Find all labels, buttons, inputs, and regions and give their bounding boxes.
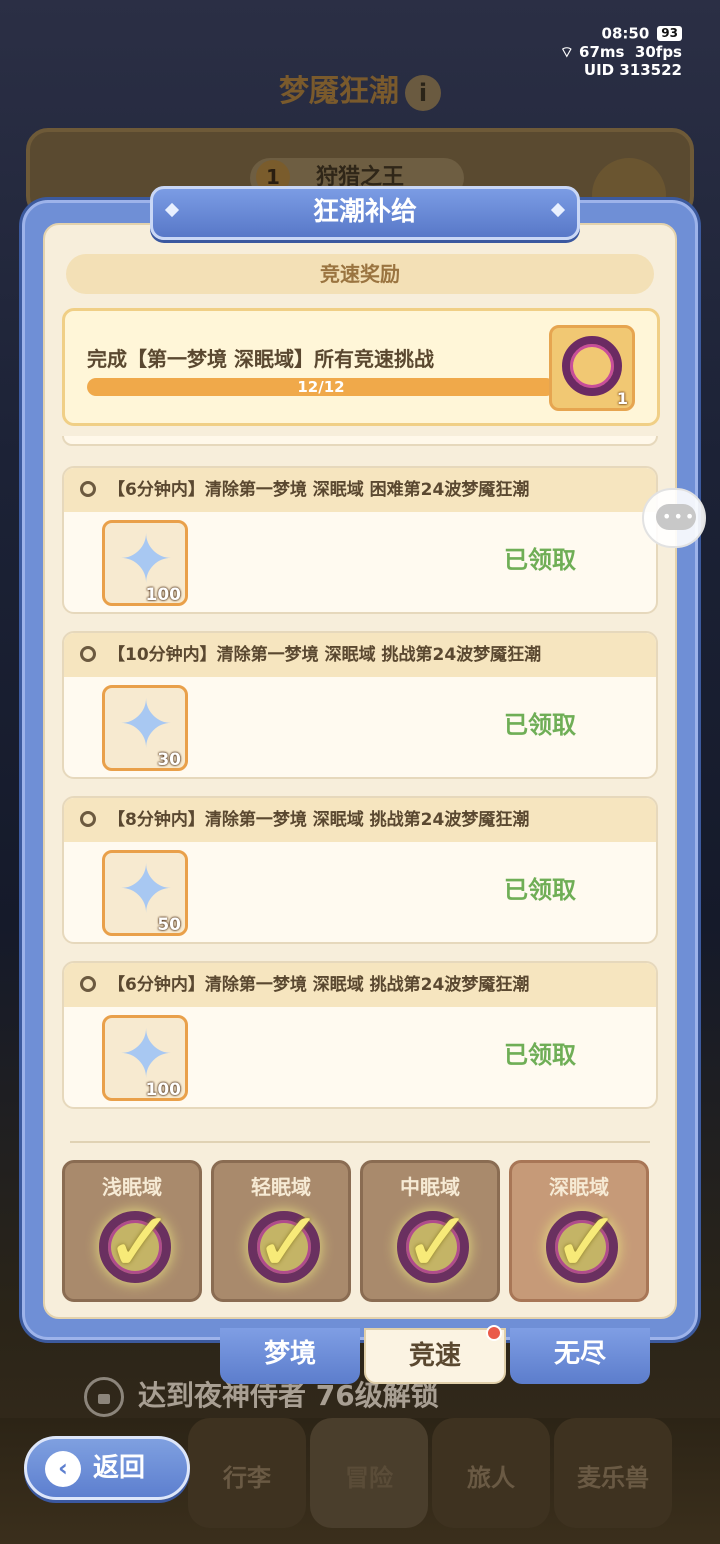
- task-title: 【6分钟内】清除第一梦境 深眠域 困难第24波梦魇狂潮: [108, 480, 530, 500]
- back-button[interactable]: ‹ 返回: [24, 1436, 190, 1500]
- bulb-icon: [80, 481, 96, 497]
- progress-label: 12/12: [297, 378, 345, 396]
- bulb-icon: [80, 811, 96, 827]
- nav-traveler[interactable]: 旅人: [432, 1418, 550, 1528]
- reward-item[interactable]: ✦ 30: [102, 685, 188, 771]
- ornament-icon: [164, 202, 180, 218]
- reward-qty: 100: [145, 1080, 182, 1100]
- clock: 08:50: [601, 24, 650, 43]
- modal-title-bar: 狂潮补给: [150, 186, 580, 240]
- list-item: 【6分钟内】清除第一梦境 深眠域 挑战第24波梦魇狂潮 ✦ 100 已领取: [62, 961, 658, 1109]
- task-title: 【8分钟内】清除第一梦境 深眠域 挑战第24波梦魇狂潮: [108, 810, 530, 830]
- tab-speed[interactable]: 竞速: [364, 1328, 506, 1384]
- uid-label: UID: [583, 60, 615, 79]
- nav-adventure[interactable]: 冒险: [310, 1418, 428, 1528]
- reward-item[interactable]: ✦ 50: [102, 850, 188, 936]
- lock-icon: [84, 1377, 124, 1417]
- bulb-icon: [80, 646, 96, 662]
- list-item: 【6分钟内】清除第一梦境 深眠域 困难第24波梦魇狂潮 ✦ 100 已领取: [62, 466, 658, 614]
- reward-item[interactable]: ✦ 100: [102, 520, 188, 606]
- dream-frame-icon: [562, 336, 622, 396]
- crystal-star-icon: ✦: [118, 521, 174, 598]
- chat-button[interactable]: [642, 488, 706, 548]
- speed-card-text: 完成【第一梦境 深眠域】所有竞速挑战: [87, 347, 434, 371]
- nav-luggage[interactable]: 行李: [188, 1418, 306, 1528]
- claimed-status: 已领取: [504, 546, 576, 574]
- bulb-icon: [80, 976, 96, 992]
- notification-dot: [486, 1325, 502, 1341]
- reward-qty: 1: [616, 389, 628, 408]
- tab-endless[interactable]: 无尽: [510, 1328, 650, 1384]
- reward-qty: 100: [145, 585, 182, 605]
- tier-deep[interactable]: 深眠域 ✓: [509, 1160, 649, 1302]
- ping: 67ms: [579, 42, 625, 61]
- crystal-star-icon: ✦: [118, 1016, 174, 1093]
- section-title: 竞速奖励: [66, 254, 654, 294]
- reward-qty: 30: [157, 750, 181, 770]
- fps: 30fps: [634, 42, 682, 61]
- tab-dream[interactable]: 梦境: [220, 1328, 360, 1384]
- tier-shallow[interactable]: 浅眠域 ✓: [62, 1160, 202, 1302]
- list-item: 【8分钟内】清除第一梦境 深眠域 挑战第24波梦魇狂潮 ✦ 50 已领取: [62, 796, 658, 944]
- modal-title: 狂潮补给: [312, 197, 417, 227]
- chat-icon: [656, 504, 696, 530]
- checkmark-icon: ✓: [402, 1193, 474, 1291]
- task-list[interactable]: 【6分钟内】清除第一梦境 深眠域 困难第24波梦魇狂潮 ✦ 100 已领取 【1…: [60, 436, 660, 1122]
- back-label: 返回: [93, 1453, 146, 1483]
- speed-challenge-card: 完成【第一梦境 深眠域】所有竞速挑战 12/12 1: [62, 308, 660, 426]
- crystal-star-icon: ✦: [118, 686, 174, 763]
- reward-item[interactable]: ✦ 100: [102, 1015, 188, 1101]
- checkmark-icon: ✓: [253, 1193, 325, 1291]
- wifi-icon: ⌔: [559, 42, 574, 61]
- task-title: 【10分钟内】清除第一梦境 深眠域 挑战第24波梦魇狂潮: [108, 645, 542, 665]
- tier-light[interactable]: 轻眠域 ✓: [211, 1160, 351, 1302]
- tier-middle[interactable]: 中眠域 ✓: [360, 1160, 500, 1302]
- list-item: [62, 436, 658, 446]
- info-icon[interactable]: i: [405, 74, 441, 111]
- reward-item[interactable]: 1: [549, 325, 635, 411]
- back-arrow-icon: ‹: [45, 1451, 81, 1487]
- claimed-status: 已领取: [504, 711, 576, 739]
- claimed-status: 已领取: [504, 1041, 576, 1069]
- list-item: 【10分钟内】清除第一梦境 深眠域 挑战第24波梦魇狂潮 ✦ 30 已领取: [62, 631, 658, 779]
- claimed-status: 已领取: [504, 876, 576, 904]
- divider: [70, 1141, 650, 1143]
- status-bar: 08:50 93 ⌔ 67ms 30fps UID 313522: [560, 24, 682, 79]
- uid-value: 313522: [619, 60, 682, 79]
- nav-pet[interactable]: 麦乐兽: [554, 1418, 672, 1528]
- checkmark-icon: ✓: [551, 1193, 623, 1291]
- battery-icon: 93: [657, 26, 682, 41]
- checkmark-icon: ✓: [104, 1193, 176, 1291]
- task-title: 【6分钟内】清除第一梦境 深眠域 挑战第24波梦魇狂潮: [108, 975, 530, 995]
- reward-qty: 50: [157, 915, 181, 935]
- crystal-star-icon: ✦: [118, 851, 174, 928]
- ornament-icon: [550, 202, 566, 218]
